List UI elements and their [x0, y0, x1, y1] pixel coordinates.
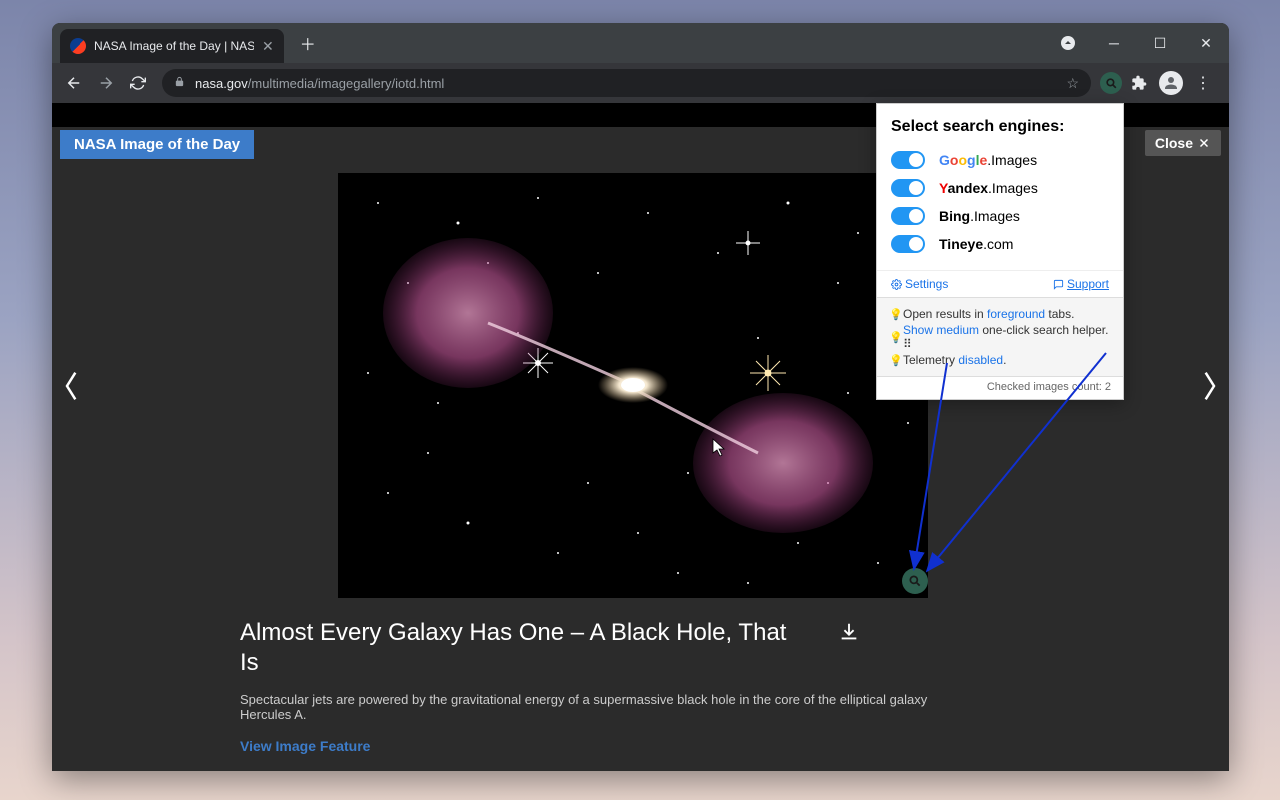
bulb-icon: 💡 — [889, 331, 899, 344]
hint-link-telemetry[interactable]: disabled — [958, 353, 1003, 367]
extensions-icon[interactable] — [1125, 69, 1153, 97]
search-helper-button[interactable] — [902, 568, 928, 594]
gallery-close-button[interactable]: Close — [1145, 130, 1221, 156]
popup-footer: Settings Support — [877, 270, 1123, 297]
search-by-image-extension-icon[interactable] — [1097, 69, 1125, 97]
bookmark-star-icon[interactable]: ☆ — [1066, 75, 1079, 92]
engine-row-bing: Bing.Images — [891, 202, 1109, 230]
bulb-icon: 💡 — [889, 308, 899, 321]
image-description: Spectacular jets are powered by the grav… — [240, 692, 960, 722]
url-text: nasa.gov/multimedia/imagegallery/iotd.ht… — [195, 76, 444, 91]
browser-tab[interactable]: NASA Image of the Day | NASA ✕ — [60, 29, 284, 63]
hint-link-foreground[interactable]: foreground — [987, 307, 1045, 321]
drag-icon[interactable]: ⠿ — [903, 337, 912, 351]
checked-count: Checked images count: 2 — [877, 376, 1123, 399]
reload-button[interactable] — [124, 69, 152, 97]
image-title: Almost Every Galaxy Has One – A Black Ho… — [240, 618, 800, 678]
titlebar: NASA Image of the Day | NASA ✕ ＋ ─ ☐ ✕ — [52, 23, 1229, 63]
caption-block: Almost Every Galaxy Has One – A Black Ho… — [240, 618, 960, 756]
minimize-button[interactable]: ─ — [1091, 23, 1137, 63]
address-bar[interactable]: nasa.gov/multimedia/imagegallery/iotd.ht… — [162, 69, 1091, 97]
browser-menu-icon[interactable]: ⋮ — [1189, 69, 1217, 97]
bulb-icon: 💡 — [889, 354, 899, 367]
page-title-badge: NASA Image of the Day — [60, 130, 254, 159]
window-controls: ─ ☐ ✕ — [1045, 23, 1229, 63]
hint-helper: 💡Show medium one-click search helper. ⠿ — [889, 322, 1111, 352]
incognito-icon[interactable] — [1045, 23, 1091, 63]
nasa-favicon — [70, 38, 86, 54]
lock-icon — [174, 76, 185, 90]
new-tab-button[interactable]: ＋ — [300, 31, 316, 55]
popup-title: Select search engines: — [877, 104, 1123, 146]
maximize-button[interactable]: ☐ — [1137, 23, 1183, 63]
hint-link-helper[interactable]: Show medium — [903, 323, 979, 337]
hint-telemetry: 💡Telemetry disabled. — [889, 352, 1111, 368]
gallery-image[interactable] — [338, 173, 928, 598]
toggle-google[interactable] — [891, 151, 925, 169]
engine-row-yandex: Yandex.Images — [891, 174, 1109, 202]
popup-hints: 💡Open results in foreground tabs. 💡 Show … — [877, 297, 1123, 376]
settings-link[interactable]: Settings — [891, 277, 948, 291]
toggle-tineye[interactable] — [891, 235, 925, 253]
engine-row-tineye: Tineye.com — [891, 230, 1109, 258]
carousel-next-button[interactable] — [1199, 368, 1219, 409]
toggle-yandex[interactable] — [891, 179, 925, 197]
toggle-bing[interactable] — [891, 207, 925, 225]
engine-list: Google.Images Yandex.Images Bing.Images … — [877, 146, 1123, 270]
back-button[interactable] — [60, 69, 88, 97]
tab-close-icon[interactable]: ✕ — [262, 38, 274, 55]
forward-button[interactable] — [92, 69, 120, 97]
view-feature-link[interactable]: View Image Feature — [240, 738, 370, 754]
toolbar: nasa.gov/multimedia/imagegallery/iotd.ht… — [52, 63, 1229, 103]
carousel-prev-button[interactable] — [62, 368, 82, 409]
extension-popup: Select search engines: Google.Images Yan… — [876, 103, 1124, 400]
page-content: NASA Image of the Day Close — [52, 103, 1229, 771]
browser-window: NASA Image of the Day | NASA ✕ ＋ ─ ☐ ✕ — [52, 23, 1229, 771]
close-window-button[interactable]: ✕ — [1183, 23, 1229, 63]
download-button[interactable] — [838, 621, 860, 648]
profile-avatar[interactable] — [1159, 71, 1183, 95]
support-link[interactable]: Support — [1053, 277, 1109, 291]
engine-row-google: Google.Images — [891, 146, 1109, 174]
hint-foreground: 💡Open results in foreground tabs. — [889, 306, 1111, 322]
tab-title: NASA Image of the Day | NASA — [94, 39, 254, 53]
